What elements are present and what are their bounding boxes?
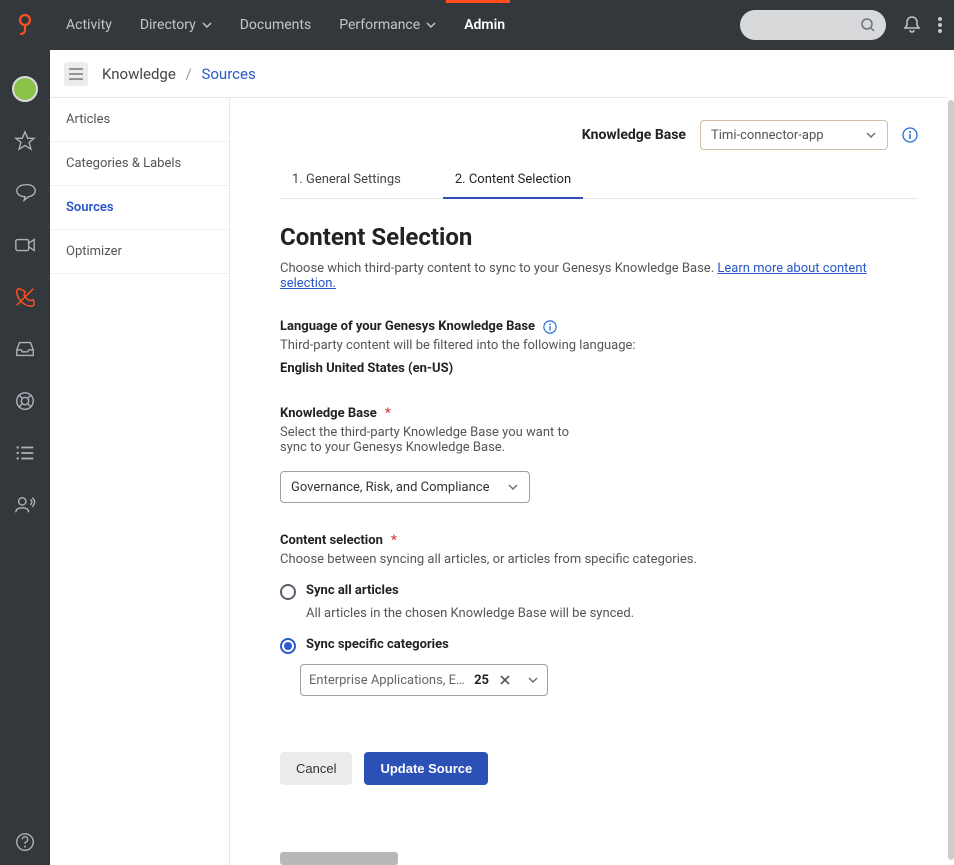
- breadcrumb: Knowledge / Sources: [102, 65, 256, 83]
- innernav-sources[interactable]: Sources: [50, 186, 229, 230]
- kb-header-select[interactable]: Timi-connector-app: [700, 120, 888, 150]
- action-buttons: Cancel Update Source: [280, 752, 918, 785]
- language-section: Language of your Genesys Knowledge Base …: [280, 319, 918, 376]
- rail-user-speak-icon[interactable]: [0, 482, 50, 528]
- chevron-down-icon: [202, 20, 212, 30]
- radio-sync-all[interactable]: Sync all articles: [280, 583, 918, 600]
- topnav-activity[interactable]: Activity: [52, 0, 126, 50]
- kb-dropdown-value: Governance, Risk, and Compliance: [291, 480, 490, 495]
- topnav-directory[interactable]: Directory: [126, 0, 226, 50]
- content-selection-sub: Choose between syncing all articles, or …: [280, 552, 918, 567]
- info-icon[interactable]: [902, 127, 918, 143]
- innernav-articles[interactable]: Articles: [50, 98, 229, 142]
- radio-sync-all-label: Sync all articles: [306, 583, 399, 598]
- page-description: Choose which third-party content to sync…: [280, 261, 918, 291]
- content-selection-label: Content selection *: [280, 533, 918, 548]
- page-title: Content Selection: [280, 223, 918, 251]
- topbar-right: [740, 10, 942, 40]
- update-source-button[interactable]: Update Source: [364, 752, 488, 785]
- tab-content-selection[interactable]: 2. Content Selection: [443, 164, 583, 199]
- notifications-icon[interactable]: [902, 15, 922, 35]
- chevron-down-icon: [527, 674, 539, 686]
- more-menu-icon[interactable]: [938, 17, 942, 33]
- topnav-documents[interactable]: Documents: [226, 0, 325, 50]
- scrollbar-thumb[interactable]: [948, 100, 954, 860]
- rail-phone-disabled-icon[interactable]: [0, 274, 50, 320]
- rail-favorites-icon[interactable]: [0, 118, 50, 164]
- chevron-down-icon: [865, 129, 877, 141]
- rail-chat-icon[interactable]: [0, 170, 50, 216]
- main-area: Knowledge / Sources Articles Categories …: [50, 50, 948, 865]
- categories-multiselect[interactable]: Enterprise Applications, Enterpris… 25: [300, 664, 548, 696]
- breadcrumb-separator: /: [186, 65, 192, 83]
- rail-help-ring-icon[interactable]: [0, 378, 50, 424]
- radio-sync-specific[interactable]: Sync specific categories: [280, 637, 918, 654]
- kb-section-sub2: sync to your Genesys Knowledge Base.: [280, 440, 918, 455]
- radio-sync-all-help: All articles in the chosen Knowledge Bas…: [306, 606, 918, 621]
- rail-inbox-icon[interactable]: [0, 326, 50, 372]
- topnav-label: Documents: [240, 17, 311, 33]
- left-rail: [0, 50, 50, 865]
- topnav-label: Directory: [140, 17, 196, 33]
- step-tabs: 1. General Settings 2. Content Selection: [280, 164, 918, 199]
- search-icon: [860, 17, 876, 33]
- rail-avatar[interactable]: [0, 66, 50, 112]
- page-description-text: Choose which third-party content to sync…: [280, 261, 717, 276]
- sidebar-toggle-button[interactable]: [64, 62, 88, 86]
- inner-nav: Articles Categories & Labels Sources Opt…: [50, 98, 230, 865]
- kb-header: Knowledge Base Timi-connector-app: [280, 120, 918, 150]
- content-selection-section: Content selection * Choose between synci…: [280, 533, 918, 696]
- chevron-down-icon: [507, 481, 519, 493]
- innernav-optimizer[interactable]: Optimizer: [50, 230, 229, 274]
- kb-section-label: Knowledge Base *: [280, 406, 918, 421]
- categories-text: Enterprise Applications, Enterpris…: [309, 673, 468, 688]
- breadcrumb-root[interactable]: Knowledge: [102, 65, 176, 83]
- required-asterisk: *: [385, 406, 391, 421]
- radio-icon: [280, 584, 296, 600]
- rail-video-icon[interactable]: [0, 222, 50, 268]
- topnav-items: Activity Directory Documents Performance…: [52, 0, 519, 50]
- search-input[interactable]: [740, 10, 886, 40]
- content-panel: Knowledge Base Timi-connector-app 1. Gen…: [230, 98, 948, 865]
- genesys-logo-icon[interactable]: [12, 12, 38, 38]
- breadcrumb-row: Knowledge / Sources: [50, 50, 948, 98]
- top-navbar: Activity Directory Documents Performance…: [0, 0, 954, 50]
- innernav-categories-labels[interactable]: Categories & Labels: [50, 142, 229, 186]
- kb-section-label-text: Knowledge Base: [280, 406, 377, 421]
- avatar: [12, 76, 38, 102]
- horizontal-scrollbar-thumb[interactable]: [280, 852, 398, 865]
- language-sub: Third-party content will be filtered int…: [280, 338, 918, 353]
- radio-sync-specific-label: Sync specific categories: [306, 637, 449, 652]
- rail-help-icon[interactable]: [0, 819, 50, 865]
- required-asterisk: *: [391, 533, 397, 548]
- radio-icon: [280, 638, 296, 654]
- hamburger-icon: [69, 68, 83, 80]
- chevron-down-icon: [426, 20, 436, 30]
- kb-section: Knowledge Base * Select the third-party …: [280, 406, 918, 503]
- categories-count: 25: [474, 673, 489, 688]
- topnav-label: Activity: [66, 17, 112, 33]
- language-value: English United States (en-US): [280, 361, 918, 376]
- language-label-text: Language of your Genesys Knowledge Base: [280, 319, 535, 334]
- topnav-performance[interactable]: Performance: [325, 0, 450, 50]
- language-label: Language of your Genesys Knowledge Base: [280, 319, 918, 334]
- content-selection-label-text: Content selection: [280, 533, 383, 548]
- rail-list-icon[interactable]: [0, 430, 50, 476]
- kb-dropdown[interactable]: Governance, Risk, and Compliance: [280, 471, 530, 503]
- content-row: Articles Categories & Labels Sources Opt…: [50, 98, 948, 865]
- cancel-button[interactable]: Cancel: [280, 752, 352, 785]
- vertical-scrollbar[interactable]: [948, 50, 954, 865]
- clear-icon[interactable]: [495, 674, 515, 686]
- info-icon[interactable]: [543, 320, 557, 334]
- active-tab-indicator: [446, 0, 510, 3]
- topnav-label: Performance: [339, 17, 420, 33]
- breadcrumb-current[interactable]: Sources: [201, 65, 255, 83]
- kb-header-value: Timi-connector-app: [711, 128, 824, 143]
- kb-header-label: Knowledge Base: [582, 127, 686, 143]
- topnav-label: Admin: [464, 17, 505, 33]
- topnav-admin[interactable]: Admin: [450, 0, 519, 50]
- tab-general-settings[interactable]: 1. General Settings: [280, 164, 413, 198]
- kb-section-sub1: Select the third-party Knowledge Base yo…: [280, 425, 918, 440]
